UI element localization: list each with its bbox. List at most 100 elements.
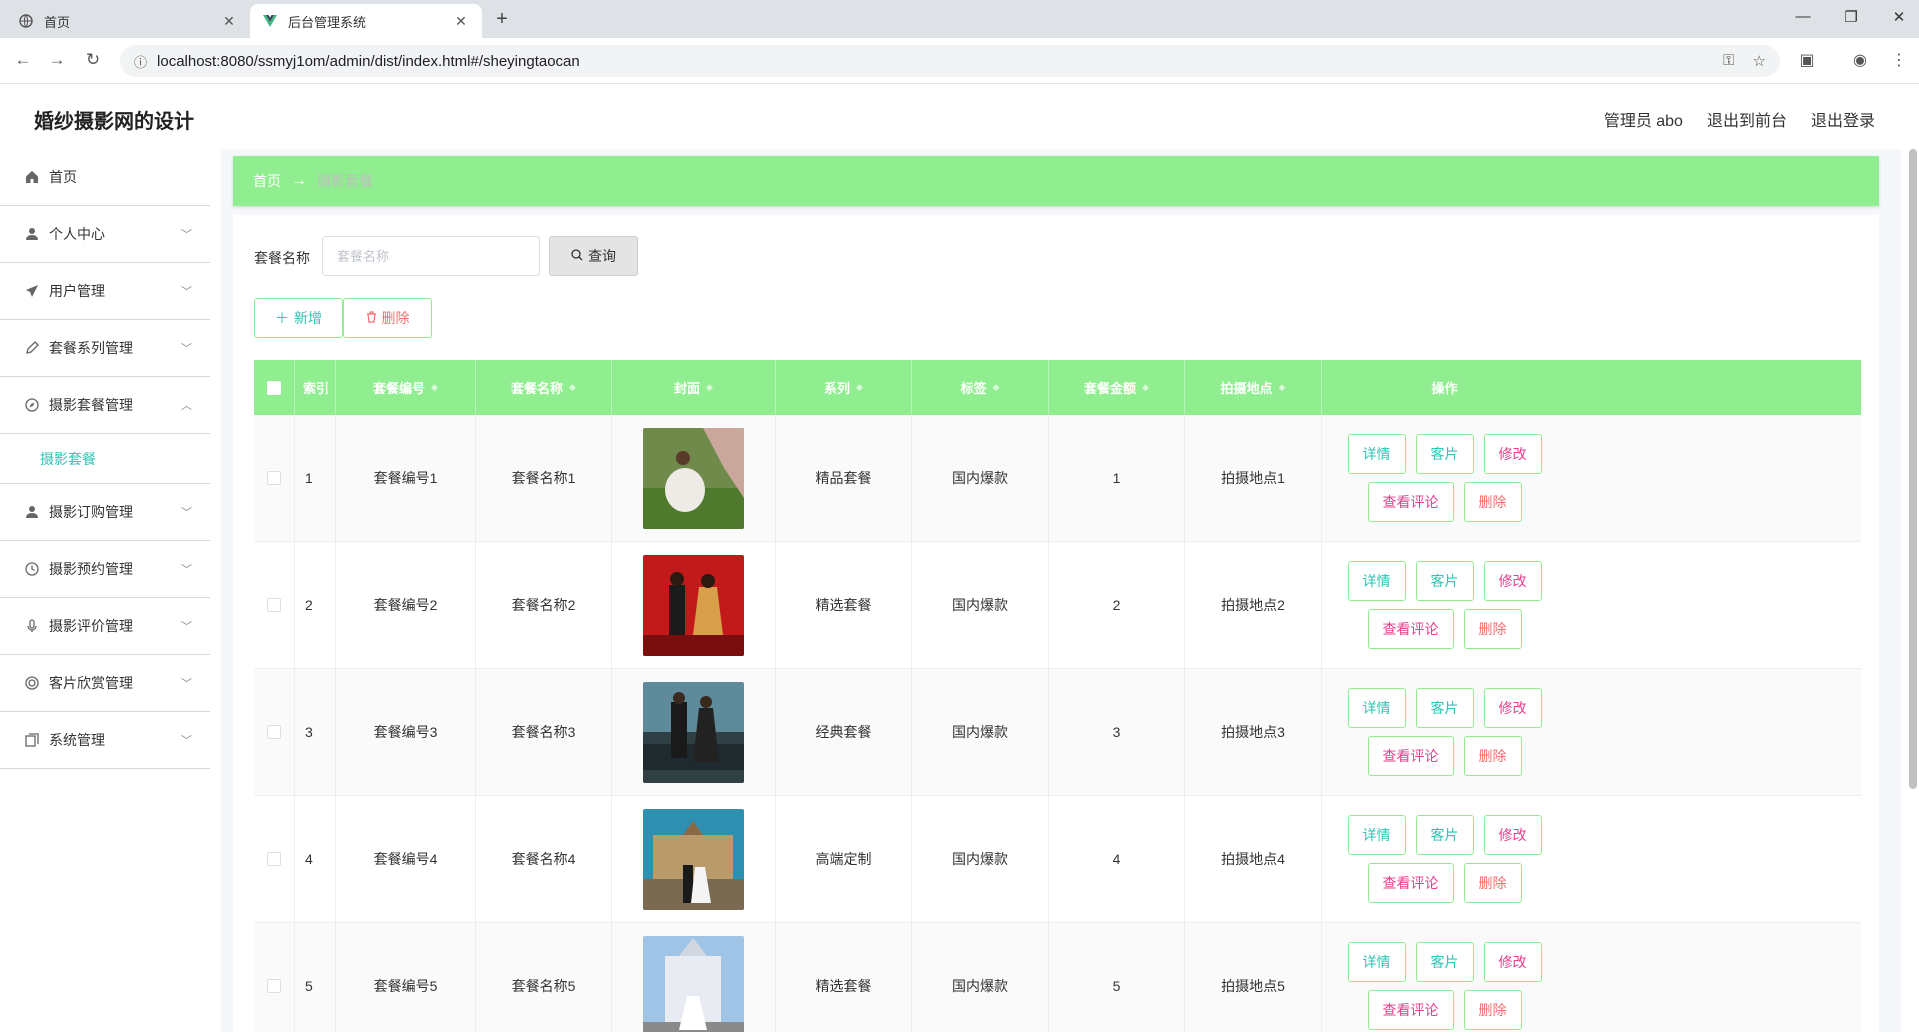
- sidebar-item-system-management[interactable]: 系统管理 ﹀: [0, 712, 210, 769]
- edit-button[interactable]: 修改: [1483, 561, 1542, 601]
- sidebar-item-series-management[interactable]: 套餐系列管理 ﹀: [0, 320, 210, 377]
- sidebar-item-booking-management[interactable]: 摄影预约管理 ﹀: [0, 541, 210, 598]
- more-menu-icon[interactable]: ⋮: [1888, 50, 1910, 70]
- column-header-cover[interactable]: 封面 ◆: [612, 360, 776, 415]
- delete-row-button[interactable]: 删除: [1463, 609, 1522, 649]
- breadcrumb-home[interactable]: 首页: [253, 171, 281, 191]
- edit-button[interactable]: 修改: [1483, 434, 1542, 474]
- star-icon[interactable]: ☆: [1753, 52, 1766, 70]
- column-header-code[interactable]: 套餐编号 ◆: [336, 360, 476, 415]
- sort-icon[interactable]: ◆: [1142, 382, 1149, 393]
- sort-icon[interactable]: ◆: [993, 382, 1000, 393]
- name-cell: 套餐名称2: [476, 542, 612, 668]
- detail-button[interactable]: 详情: [1347, 942, 1406, 982]
- search-icon: [571, 248, 583, 264]
- close-icon[interactable]: ✕: [452, 13, 470, 30]
- sort-icon[interactable]: ◆: [569, 382, 576, 393]
- view-comments-button[interactable]: 查看评论: [1367, 609, 1454, 649]
- name-cell: 套餐名称4: [476, 796, 612, 922]
- tab-search-icon[interactable]: ▣: [1796, 50, 1818, 70]
- detail-button[interactable]: 详情: [1347, 434, 1406, 474]
- sort-icon[interactable]: ◆: [431, 382, 438, 393]
- column-header-price[interactable]: 套餐金额 ◆: [1049, 360, 1185, 415]
- series-cell: 经典套餐: [776, 669, 912, 795]
- delete-row-button[interactable]: 删除: [1463, 863, 1522, 903]
- client-photos-button[interactable]: 客片: [1415, 561, 1474, 601]
- detail-button[interactable]: 详情: [1347, 815, 1406, 855]
- restore-icon[interactable]: ❐: [1839, 8, 1863, 26]
- edit-button[interactable]: 修改: [1483, 688, 1542, 728]
- edit-button[interactable]: 修改: [1483, 815, 1542, 855]
- sidebar-item-user-management[interactable]: 用户管理 ﹀: [0, 263, 210, 320]
- window-close-icon[interactable]: ✕: [1887, 8, 1911, 26]
- copy-icon: [24, 732, 40, 748]
- tag-cell: 国内爆款: [912, 542, 1049, 668]
- row-checkbox[interactable]: [267, 471, 281, 485]
- view-comments-button[interactable]: 查看评论: [1367, 482, 1454, 522]
- site-info-icon[interactable]: ⓘ: [134, 52, 147, 71]
- sidebar-item-label: 摄影订购管理: [49, 504, 133, 520]
- sort-icon[interactable]: ◆: [1279, 382, 1286, 393]
- view-comments-button[interactable]: 查看评论: [1367, 990, 1454, 1030]
- page-scrollbar[interactable]: [1909, 149, 1917, 789]
- query-button[interactable]: 查询: [549, 236, 638, 276]
- column-header-tag[interactable]: 标签 ◆: [912, 360, 1049, 415]
- back-icon[interactable]: ←: [12, 50, 34, 70]
- column-label: 套餐金额: [1084, 381, 1137, 396]
- column-header-location[interactable]: 拍摄地点 ◆: [1185, 360, 1322, 415]
- client-photos-button[interactable]: 客片: [1415, 942, 1474, 982]
- delete-row-button[interactable]: 删除: [1463, 736, 1522, 776]
- browser-tab-admin[interactable]: 后台管理系统 ✕: [250, 4, 482, 38]
- new-tab-button[interactable]: +: [490, 8, 514, 32]
- client-photos-button[interactable]: 客片: [1415, 815, 1474, 855]
- column-header-series[interactable]: 系列 ◆: [776, 360, 912, 415]
- chevron-up-icon: ︿: [181, 400, 192, 412]
- add-button[interactable]: ＋ 新增: [254, 298, 343, 338]
- sidebar-item-gallery-management[interactable]: 客片欣赏管理 ﹀: [0, 655, 210, 712]
- view-comments-button[interactable]: 查看评论: [1367, 736, 1454, 776]
- sort-icon[interactable]: ◆: [706, 382, 713, 393]
- row-select-cell: [254, 415, 295, 541]
- url-field[interactable]: ⓘ localhost:8080/ssmyj1om/admin/dist/ind…: [120, 45, 1780, 77]
- row-checkbox[interactable]: [267, 852, 281, 866]
- target-icon: [24, 675, 40, 691]
- detail-button[interactable]: 详情: [1347, 561, 1406, 601]
- row-checkbox[interactable]: [267, 725, 281, 739]
- edit-button[interactable]: 修改: [1483, 942, 1542, 982]
- row-checkbox[interactable]: [267, 598, 281, 612]
- delete-row-button[interactable]: 删除: [1463, 482, 1522, 522]
- view-comments-button[interactable]: 查看评论: [1367, 863, 1454, 903]
- sidebar-item-personal-center[interactable]: 个人中心 ﹀: [0, 206, 210, 263]
- chevron-down-icon: ﹀: [181, 507, 192, 519]
- home-icon: [24, 169, 40, 185]
- profile-icon[interactable]: ◉: [1849, 50, 1871, 70]
- exit-to-front-link[interactable]: 退出到前台: [1707, 107, 1787, 131]
- select-all-checkbox[interactable]: [267, 380, 281, 395]
- location-cell: 拍摄地点2: [1185, 542, 1322, 668]
- column-header-name[interactable]: 套餐名称 ◆: [476, 360, 612, 415]
- sidebar-item-package-management[interactable]: 摄影套餐管理 ︿: [0, 377, 210, 434]
- detail-button[interactable]: 详情: [1347, 688, 1406, 728]
- sort-icon[interactable]: ◆: [856, 382, 863, 393]
- main-content: 首页 → 摄影套餐 套餐名称 查询 ＋ 新增 删除 索引 套餐编号 ◆: [221, 149, 1901, 1032]
- close-icon[interactable]: ✕: [220, 13, 238, 30]
- client-photos-button[interactable]: 客片: [1415, 688, 1474, 728]
- row-checkbox[interactable]: [267, 979, 281, 993]
- sidebar-item-home[interactable]: 首页: [0, 149, 210, 206]
- logout-link[interactable]: 退出登录: [1811, 107, 1875, 131]
- reload-icon[interactable]: ↻: [82, 50, 104, 70]
- cover-cell: [612, 796, 776, 922]
- package-name-search-input[interactable]: [322, 236, 540, 276]
- client-photos-button[interactable]: 客片: [1415, 434, 1474, 474]
- sidebar-item-review-management[interactable]: 摄影评价管理 ﹀: [0, 598, 210, 655]
- sidebar-item-order-management[interactable]: 摄影订购管理 ﹀: [0, 484, 210, 541]
- column-header-index: 索引: [295, 360, 336, 415]
- minimize-icon[interactable]: —: [1791, 8, 1815, 25]
- sidebar-item-label: 摄影预约管理: [49, 561, 133, 577]
- delete-row-button[interactable]: 删除: [1463, 990, 1522, 1030]
- forward-icon[interactable]: →: [46, 50, 68, 70]
- key-icon[interactable]: ⚿: [1723, 52, 1734, 70]
- browser-tab-home[interactable]: 首页 ✕: [6, 4, 250, 38]
- sidebar-subitem-packages[interactable]: 摄影套餐: [0, 434, 210, 484]
- batch-delete-button[interactable]: 删除: [343, 298, 432, 338]
